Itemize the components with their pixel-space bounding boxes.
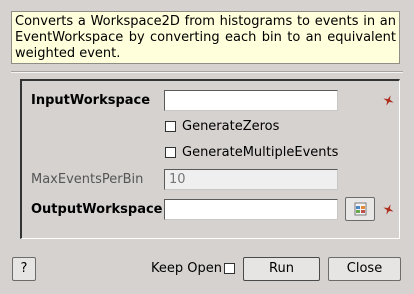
output-workspace-field[interactable] (164, 199, 338, 220)
keep-open-checkbox[interactable] (224, 263, 235, 274)
run-button[interactable]: Run (243, 257, 320, 281)
generate-multiple-events-checkbox[interactable] (165, 147, 176, 158)
separator-line (11, 71, 403, 73)
generate-zeros-label: GenerateZeros (182, 119, 280, 134)
output-workspace-label: OutputWorkspace (31, 202, 163, 217)
max-events-per-bin-field[interactable] (164, 169, 338, 190)
algorithm-description: Converts a Workspace2D from histograms t… (11, 11, 400, 64)
generate-multiple-events-label: GenerateMultipleEvents (182, 145, 339, 160)
workspace-browse-button[interactable] (345, 197, 375, 221)
required-star-icon (383, 204, 394, 215)
generate-zeros-checkbox[interactable] (165, 121, 176, 132)
input-workspace-field[interactable] (164, 90, 338, 111)
close-button[interactable]: Close (328, 257, 401, 281)
workspace-browse-icon (354, 202, 367, 216)
keep-open-label: Keep Open (151, 261, 222, 276)
required-star-icon (383, 95, 394, 106)
help-button[interactable]: ? (12, 257, 36, 281)
max-events-per-bin-label: MaxEventsPerBin (31, 172, 144, 187)
input-workspace-label: InputWorkspace (31, 93, 151, 108)
